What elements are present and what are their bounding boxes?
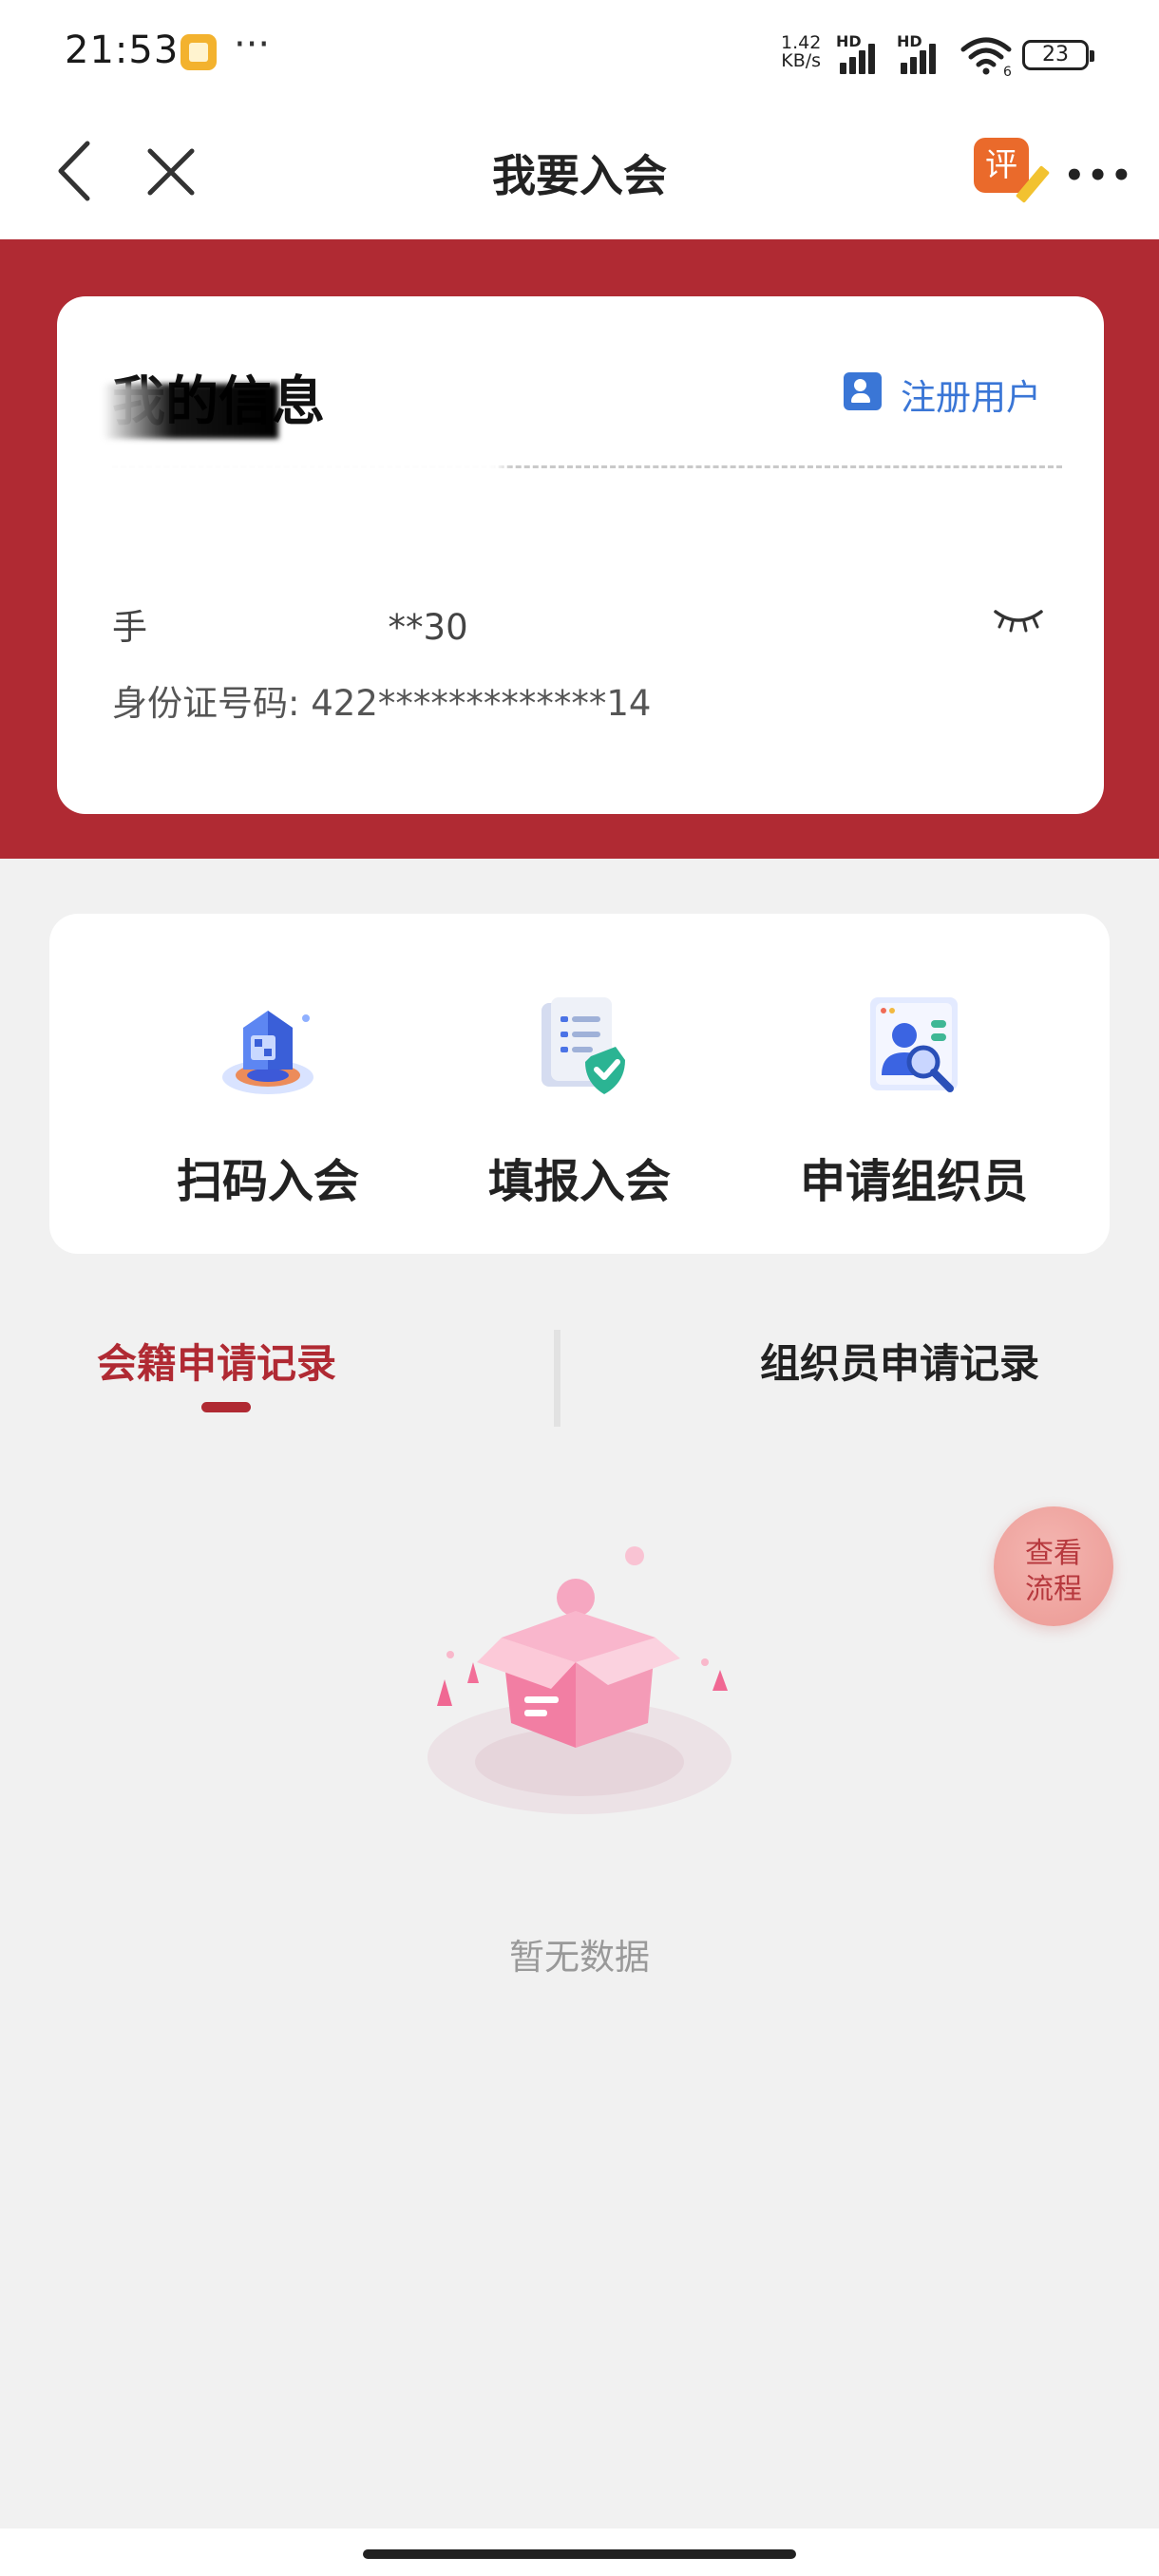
action-card: 扫码入会 填报入会 申请组织员 — [49, 914, 1110, 1254]
phone-number-row: 手 **30 — [112, 598, 468, 650]
id-number-label: 身份证号码: — [112, 683, 300, 724]
active-tab-indicator — [201, 1402, 251, 1412]
add-user-icon — [844, 372, 882, 410]
redaction-overlay — [103, 384, 278, 439]
cell-signal-1-icon: HD — [836, 32, 893, 74]
my-info-card: 我的信息 注册用户 手 **30 身份证号码: 422*************… — [57, 296, 1104, 814]
register-user-label: 注册用户 — [901, 377, 1041, 418]
empty-box-icon — [428, 1546, 732, 1814]
more-menu-button[interactable]: ••• — [1064, 157, 1134, 195]
hd-label: HD — [897, 32, 922, 50]
empty-state-text: 暂无数据 — [509, 1937, 650, 1978]
battery-icon: 23 — [1022, 40, 1094, 70]
tab-organizer-records[interactable]: 组织员申请记录 — [760, 1332, 1039, 1390]
hd-label: HD — [836, 32, 862, 50]
status-more-icon: ··· — [234, 23, 271, 66]
organizer-apply-icon — [870, 997, 958, 1092]
tab-divider — [554, 1330, 560, 1427]
apply-organizer-button[interactable]: 申请组织员 — [752, 990, 1075, 1218]
id-number-value: 422*************14 — [311, 683, 652, 724]
cell-signal-2-icon: HD — [897, 32, 954, 74]
review-button[interactable]: 评 — [974, 138, 1051, 203]
review-badge-label: 评 — [985, 146, 1017, 184]
phone-number-value: **30 — [388, 607, 468, 648]
fill-join-button[interactable]: 填报入会 — [418, 990, 741, 1218]
home-indicator[interactable] — [363, 2549, 796, 2559]
status-time: 21:53 — [65, 28, 180, 72]
form-fill-icon — [542, 997, 625, 1094]
tab-member-records[interactable]: 会籍申请记录 — [97, 1332, 336, 1390]
qr-scan-icon — [222, 1011, 314, 1094]
wifi-badge: 6 — [1003, 65, 1012, 76]
record-tabs: 会籍申请记录 组织员申请记录 — [0, 1311, 1159, 1444]
phone-label: 手 — [112, 607, 147, 648]
status-bar: 21:53 ··· 1.42 KB/s HD HD 6 23 — [0, 0, 1159, 109]
notification-app-icon — [180, 34, 217, 70]
network-speed: 1.42 KB/s — [781, 34, 821, 70]
scan-join-label: 扫码入会 — [176, 1155, 359, 1208]
nav-bar: 我要入会 评 ••• — [0, 109, 1159, 239]
id-number-row: 身份证号码: 422*************14 — [112, 674, 651, 726]
network-speed-unit: KB/s — [781, 50, 822, 71]
view-process-label-line2: 流程 — [1025, 1573, 1082, 1606]
eye-closed-icon[interactable] — [992, 606, 1045, 635]
wifi-icon: 6 — [960, 37, 1012, 76]
fill-join-label: 填报入会 — [487, 1155, 671, 1208]
apply-organizer-label: 申请组织员 — [799, 1155, 1028, 1208]
view-process-button[interactable]: 查看 流程 — [994, 1506, 1113, 1626]
scan-join-button[interactable]: 扫码入会 — [106, 990, 429, 1218]
